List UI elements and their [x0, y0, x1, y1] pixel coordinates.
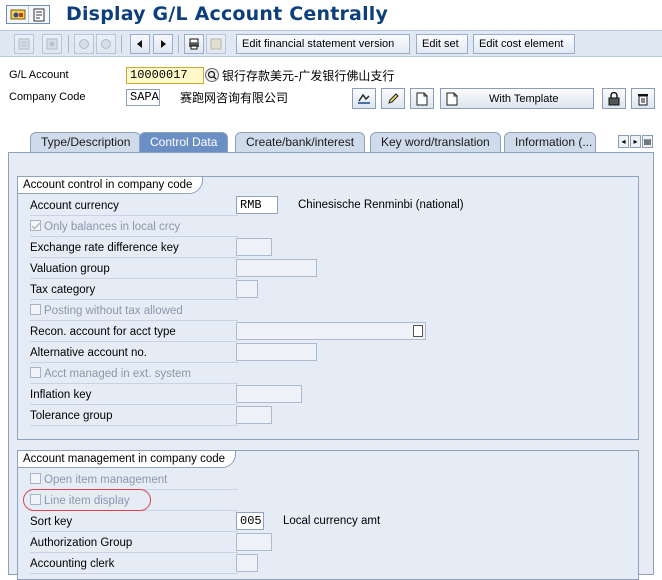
account-control-group-title: Account control in company code [17, 176, 204, 194]
tab-list-menu-icon[interactable]: ▤ [642, 135, 653, 148]
sort-key-label: Sort key [30, 513, 238, 532]
account-control-group: Account control in company code Account … [17, 176, 639, 440]
lock-icon[interactable] [602, 88, 626, 109]
edit-set-button[interactable]: Edit set [416, 34, 468, 54]
authorization-group-label: Authorization Group [30, 534, 238, 553]
valuation-group-label: Valuation group [30, 260, 238, 279]
delete-trash-icon[interactable] [631, 88, 655, 109]
tab-content-pane: Account control in company code Account … [8, 152, 654, 580]
open-item-row: Open item management [30, 471, 238, 490]
sort-key-field[interactable]: 005 [236, 512, 264, 530]
next-object-icon[interactable] [96, 34, 116, 54]
exchange-rate-label: Exchange rate difference key [30, 239, 238, 258]
gl-account-field[interactable]: 10000017 [126, 67, 204, 84]
account-currency-description: Chinesische Renminbi (national) [298, 199, 464, 211]
tolerance-group-field[interactable] [236, 406, 272, 424]
print-icon[interactable] [184, 34, 204, 54]
recon-account-field[interactable] [236, 322, 426, 340]
account-management-group: Account management in company code Open … [17, 450, 639, 580]
tax-category-field[interactable] [236, 280, 258, 298]
edit-pencil-icon[interactable] [381, 88, 405, 109]
posting-without-tax-label: Posting without tax allowed [44, 305, 183, 317]
other-object-icon[interactable] [42, 34, 62, 54]
company-name: 赛跑网咨询有限公司 [180, 91, 289, 105]
tab-control-data[interactable]: Control Data [139, 132, 229, 152]
open-item-label: Open item management [44, 474, 168, 486]
edit-financial-statement-version-button[interactable]: Edit financial statement version [236, 34, 410, 54]
exchange-rate-field[interactable] [236, 238, 272, 256]
account-currency-label: Account currency [30, 197, 238, 216]
title-icon-group [6, 5, 50, 24]
tab-key-word-translation[interactable]: Key word/translation [370, 132, 501, 152]
account-management-group-title: Account management in company code [17, 450, 237, 468]
only-balances-label: Only balances in local crcy [44, 221, 181, 233]
accounting-clerk-label: Accounting clerk [30, 555, 238, 574]
line-item-display-highlight [23, 489, 151, 511]
copy-object-icon[interactable] [206, 34, 226, 54]
posting-without-tax-row: Posting without tax allowed [30, 302, 238, 321]
recon-account-label: Recon. account for acct type [30, 323, 238, 342]
company-code-field[interactable]: SAPA [126, 89, 160, 106]
alternative-account-label: Alternative account no. [30, 344, 238, 363]
title-bar: Display G/L Account Centrally [0, 0, 662, 30]
scroll-tabs-right-icon[interactable]: ▸ [630, 135, 641, 148]
with-template-button[interactable]: With Template [440, 88, 594, 109]
template-document-icon [446, 92, 458, 106]
inflation-key-field[interactable] [236, 385, 302, 403]
toolbar-separator [121, 35, 122, 53]
transaction-menu-icon[interactable] [7, 6, 28, 23]
accounting-clerk-field[interactable] [236, 554, 258, 572]
only-balances-checkbox[interactable] [30, 220, 41, 231]
sort-key-description: Local currency amt [283, 515, 381, 527]
tab-strip: Type/Description Control Data Create/ban… [8, 130, 662, 152]
document-menu-icon[interactable] [28, 6, 49, 23]
edit-cost-element-button[interactable]: Edit cost element [473, 34, 575, 54]
dropdown-list-icon[interactable] [413, 325, 423, 337]
tab-create-bank-interest[interactable]: Create/bank/interest [235, 132, 366, 152]
tax-category-label: Tax category [30, 281, 238, 300]
page-title: Display G/L Account Centrally [66, 3, 389, 25]
authorization-group-field[interactable] [236, 533, 272, 551]
company-code-label: Company Code [9, 91, 86, 103]
open-item-checkbox[interactable] [30, 473, 41, 484]
with-template-label: With Template [489, 92, 559, 105]
toolbar-separator [68, 35, 69, 53]
application-toolbar: Edit financial statement version Edit se… [0, 30, 662, 57]
switch-icon[interactable] [352, 88, 376, 109]
tab-information[interactable]: Information (... [504, 132, 596, 152]
acct-managed-row: Acct managed in ext. system [30, 365, 238, 384]
inflation-key-label: Inflation key [30, 386, 238, 405]
valuation-group-field[interactable] [236, 259, 317, 277]
alternative-account-field[interactable] [236, 343, 317, 361]
gl-account-label: G/L Account [9, 69, 69, 81]
gl-account-description: 银行存款美元-广发银行佛山支行 [222, 69, 395, 83]
next-page-icon[interactable] [153, 34, 173, 54]
matchcode-search-icon[interactable] [205, 68, 219, 82]
previous-object-icon[interactable] [74, 34, 94, 54]
display-change-icon[interactable] [14, 34, 34, 54]
scroll-tabs-left-icon[interactable]: ◂ [618, 135, 629, 148]
account-currency-field[interactable]: RMB [236, 196, 278, 214]
only-balances-row: Only balances in local crcy [30, 218, 238, 237]
posting-without-tax-checkbox[interactable] [30, 304, 41, 315]
tab-type-description[interactable]: Type/Description [30, 132, 142, 152]
toolbar-separator [178, 35, 179, 53]
acct-managed-label: Acct managed in ext. system [44, 368, 192, 380]
tolerance-group-label: Tolerance group [30, 407, 238, 426]
previous-page-icon[interactable] [130, 34, 150, 54]
acct-managed-checkbox[interactable] [30, 367, 41, 378]
create-document-icon[interactable] [410, 88, 434, 109]
